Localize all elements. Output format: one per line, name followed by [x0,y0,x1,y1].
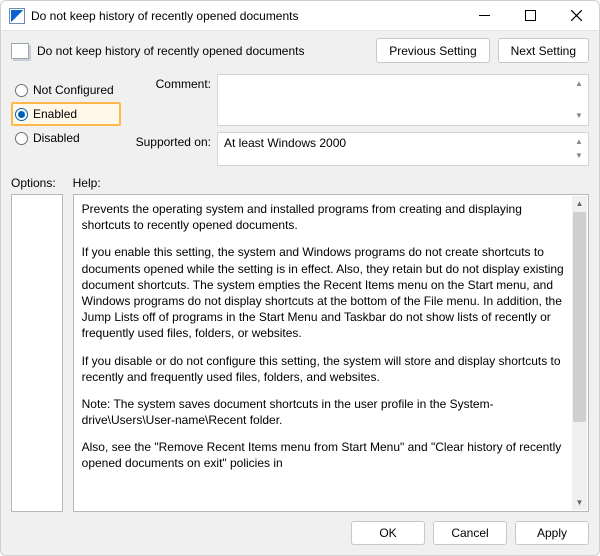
scrollbar-thumb[interactable] [573,212,586,422]
apply-button[interactable]: Apply [515,521,589,545]
radio-label: Not Configured [33,83,114,97]
radio-label: Disabled [33,131,80,145]
policy-icon [11,43,29,59]
radio-not-configured[interactable]: Not Configured [11,78,121,102]
help-panel: Prevents the operating system and instal… [73,194,589,512]
help-paragraph: If you disable or do not configure this … [82,353,570,385]
cancel-button[interactable]: Cancel [433,521,507,545]
dialog-window: Do not keep history of recently opened d… [0,0,600,556]
help-paragraph: If you enable this setting, the system a… [82,244,570,341]
scroll-down-icon[interactable]: ▼ [572,149,586,163]
scroll-down-icon[interactable]: ▼ [572,109,586,123]
app-icon [9,8,25,24]
scroll-up-icon[interactable]: ▲ [572,135,586,149]
state-radio-group: Not Configured Enabled Disabled [11,74,121,166]
comment-label: Comment: [131,74,211,91]
fields-column: Comment: ▲ ▼ Supported on: At least Wind… [131,74,589,166]
comment-row: Comment: ▲ ▼ [131,74,589,126]
scroll-up-icon[interactable]: ▲ [572,196,587,211]
radio-icon [15,132,28,145]
next-setting-button[interactable]: Next Setting [498,38,589,63]
help-label: Help: [73,176,589,194]
radio-icon [15,108,28,121]
header-row: Do not keep history of recently opened d… [1,31,599,70]
radio-enabled[interactable]: Enabled [11,102,121,126]
supported-row: Supported on: At least Windows 2000 ▲ ▼ [131,132,589,166]
radio-label: Enabled [33,107,77,121]
supported-panel: At least Windows 2000 ▲ ▼ [217,132,589,166]
close-button[interactable] [553,1,599,31]
help-paragraph: Note: The system saves document shortcut… [82,396,570,428]
comment-input[interactable]: ▲ ▼ [217,74,589,126]
dialog-footer: OK Cancel Apply [1,512,599,555]
ok-button[interactable]: OK [351,521,425,545]
help-paragraph: Also, see the "Remove Recent Items menu … [82,439,570,471]
help-paragraph: Prevents the operating system and instal… [82,201,570,233]
supported-value: At least Windows 2000 [224,136,346,150]
radio-icon [15,84,28,97]
config-area: Not Configured Enabled Disabled Comment:… [1,70,599,168]
comment-scroll: ▲ ▼ [572,77,586,123]
options-column: Options: [11,176,63,512]
scroll-up-icon[interactable]: ▲ [572,77,586,91]
policy-title: Do not keep history of recently opened d… [37,44,368,58]
options-label: Options: [11,176,63,194]
maximize-button[interactable] [507,1,553,31]
window-title: Do not keep history of recently opened d… [31,9,461,23]
help-scrollbar[interactable]: ▲ ▼ [572,196,587,510]
previous-setting-button[interactable]: Previous Setting [376,38,489,63]
minimize-button[interactable] [461,1,507,31]
scroll-down-icon[interactable]: ▼ [572,495,587,510]
help-text: Prevents the operating system and instal… [74,195,588,511]
radio-disabled[interactable]: Disabled [11,126,121,150]
titlebar[interactable]: Do not keep history of recently opened d… [1,1,599,31]
lower-panels: Options: Help: Prevents the operating sy… [1,168,599,512]
supported-label: Supported on: [131,132,211,149]
options-panel[interactable] [11,194,63,512]
supported-scroll: ▲ ▼ [572,135,586,163]
help-column: Help: Prevents the operating system and … [73,176,589,512]
